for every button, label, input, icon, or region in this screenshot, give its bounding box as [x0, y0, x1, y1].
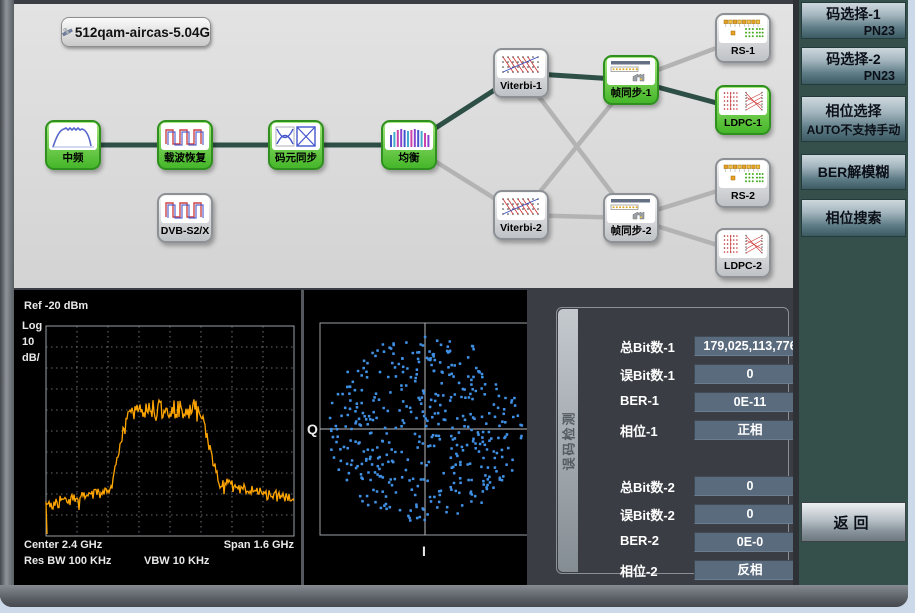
window-frame-left [0, 0, 14, 607]
sidebar-button-label: 码选择-2 [802, 49, 905, 69]
block-f1[interactable]: 帧同步-1 [603, 55, 659, 105]
block-label: Viterbi-1 [495, 78, 547, 95]
ber-row-label: BER-1 [620, 393, 659, 408]
ber-row-label: 误Bit数-2 [620, 505, 675, 524]
back-button[interactable]: 返回 [801, 502, 906, 542]
constellation-plot [304, 290, 527, 585]
block-label: 码元同步 [270, 150, 322, 167]
ber-row-value: 179,025,113,776 [694, 336, 806, 356]
ber-box: 误码检测 总Bit数-1179,025,113,776误Bit数-10BER-1… [556, 307, 789, 574]
ber-row-label: 总Bit数-1 [620, 337, 675, 356]
ber-side-strip: 误码检测 [558, 309, 578, 572]
block-label: DVB-S2/X [159, 223, 211, 240]
block-eq[interactable]: 均衡 [381, 120, 437, 170]
block-rs1[interactable]: RS-1 [715, 13, 771, 63]
scale-label-log: Log [22, 320, 42, 332]
ber-row-value: 反相 [694, 560, 806, 580]
ber-row-label: 相位-1 [620, 421, 658, 440]
ber-panel: 误码检测 总Bit数-1179,025,113,776误Bit数-10BER-1… [527, 290, 793, 585]
sidebar-button-label: 码选择-1 [802, 4, 905, 24]
ber-row-label: 相位-2 [620, 561, 658, 580]
block-label: LDPC-1 [717, 115, 769, 132]
rs-icon [719, 16, 767, 43]
ber-side-label: 误码检测 [559, 410, 578, 470]
block-rs2[interactable]: RS-2 [715, 158, 771, 208]
sidebar-button-sublabel: AUTO不支持手动 [802, 121, 905, 138]
signal-title-badge[interactable]: 512qam-aircas-5.04G [61, 17, 211, 47]
ber-row-value: 0E-11 [694, 392, 806, 412]
ber-row-label: 误Bit数-1 [620, 365, 675, 384]
ldpc-icon [719, 231, 767, 258]
block-label: RS-1 [717, 43, 769, 60]
block-label: Viterbi-2 [495, 220, 547, 237]
block-label: 中频 [47, 150, 99, 167]
ber-row-label: 总Bit数-2 [620, 477, 675, 496]
ber-row-value: 0E-0 [694, 532, 806, 552]
frame-icon [607, 196, 655, 223]
sidebar-button-sublabel: PN23 [802, 69, 905, 83]
ref-level-label: Ref -20 dBm [24, 300, 88, 312]
frame-icon [607, 58, 655, 85]
eye-icon [272, 123, 320, 150]
trellis-icon [497, 193, 545, 220]
sidebar-button-label: 相位搜索 [802, 208, 905, 228]
scale-label-10: 10 [22, 336, 34, 348]
block-if[interactable]: 中频 [45, 120, 101, 170]
block-label: RS-2 [717, 188, 769, 205]
block-ldpc1[interactable]: LDPC-1 [715, 85, 771, 135]
block-dvb[interactable]: DVB-S2/X [157, 193, 213, 243]
sidebar-button-code-select-2[interactable]: 码选择-2PN23 [801, 47, 906, 85]
block-v1[interactable]: Viterbi-1 [493, 48, 549, 98]
bandpass-icon [49, 123, 97, 150]
sidebar-button-code-select-1[interactable]: 码选择-1PN23 [801, 2, 906, 39]
rbw-label: Res BW 100 KHz [24, 555, 111, 567]
scale-label-db: dB/ [22, 352, 40, 364]
block-v2[interactable]: Viterbi-2 [493, 190, 549, 240]
flow-diagram-panel: 中频 载波恢复 DVB-S2/X 码元同步 均衡 Viterbi-1 Viterbi-2 帧同… [14, 4, 793, 288]
block-carrier[interactable]: 载波恢复 [157, 120, 213, 170]
block-sym[interactable]: 码元同步 [268, 120, 324, 170]
spectrum-panel: Ref -20 dBm Log 10 dB/ Center 2.4 GHz Sp… [14, 290, 301, 585]
constellation-panel: Q I [304, 290, 527, 585]
ber-row-value: 0 [694, 476, 806, 496]
block-label: 帧同步-2 [605, 223, 657, 240]
vbw-label: VBW 10 KHz [144, 555, 209, 567]
block-f2[interactable]: 帧同步-2 [603, 193, 659, 243]
block-label: 载波恢复 [159, 150, 211, 167]
center-freq-label: Center 2.4 GHz [24, 539, 102, 551]
sidebar-button-label: 相位选择 [802, 101, 905, 121]
ber-row-value: 0 [694, 364, 806, 384]
ber-row-label: BER-2 [620, 533, 659, 548]
ber-row-value: 0 [694, 504, 806, 524]
ber-row-value: 正相 [694, 420, 806, 440]
bars-icon [385, 123, 433, 150]
sidebar-button-phase-select[interactable]: 相位选择AUTO不支持手动 [801, 96, 906, 142]
block-label: 均衡 [383, 150, 435, 167]
ldpc-icon [719, 88, 767, 115]
signal-title: 512qam-aircas-5.04G [75, 25, 210, 40]
i-axis-label: I [422, 543, 426, 559]
sidebar-button-label: BER解模糊 [802, 162, 905, 182]
window-frame-bottom [0, 585, 908, 607]
block-label: LDPC-2 [717, 258, 769, 275]
block-label: 帧同步-1 [605, 85, 657, 102]
satellite-icon [62, 18, 73, 46]
pulse-icon [161, 196, 209, 223]
block-ldpc2[interactable]: LDPC-2 [715, 228, 771, 278]
trellis-icon [497, 51, 545, 78]
span-label: Span 1.6 GHz [224, 539, 294, 551]
rs-icon [719, 161, 767, 188]
pulse-icon [161, 123, 209, 150]
sidebar-button-phase-search[interactable]: 相位搜索 [801, 199, 906, 237]
q-axis-label: Q [307, 421, 318, 437]
sidebar-button-sublabel: PN23 [802, 24, 905, 38]
app-window: 中频 载波恢复 DVB-S2/X 码元同步 均衡 Viterbi-1 Viterbi-2 帧同… [0, 0, 908, 607]
sidebar-button-ber-deambiguity[interactable]: BER解模糊 [801, 154, 906, 190]
sidebar: 码选择-1PN23码选择-2PN23相位选择AUTO不支持手动BER解模糊相位搜… [799, 0, 908, 585]
